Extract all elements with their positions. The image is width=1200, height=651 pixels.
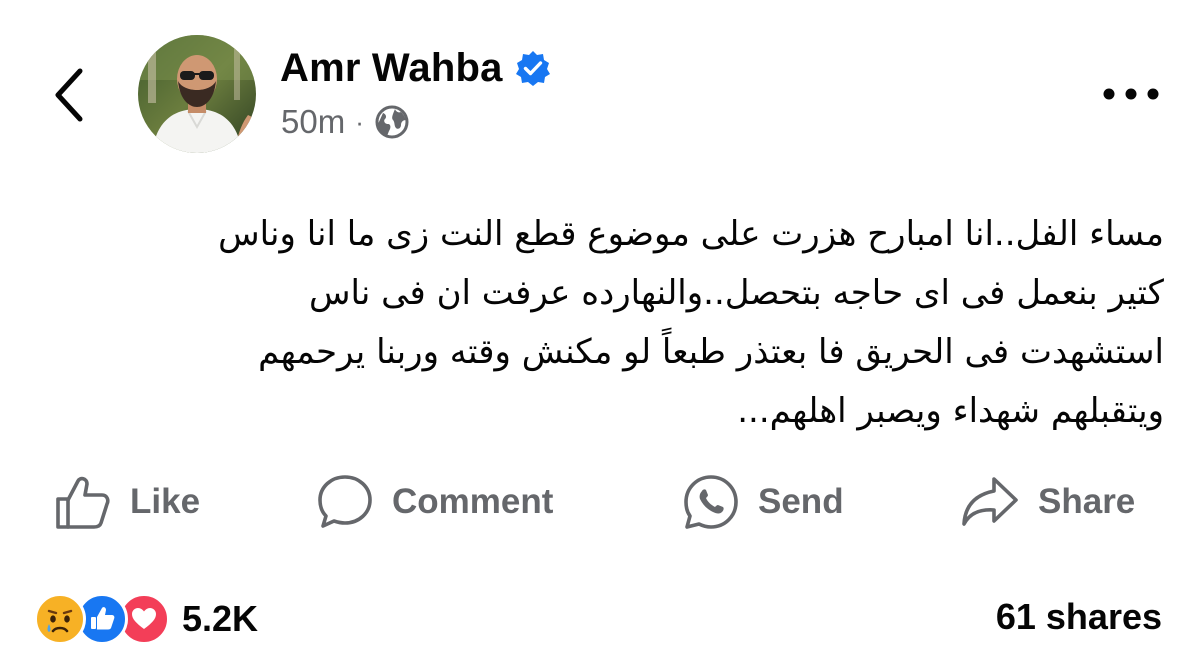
reaction-summary[interactable]: 5.2K [34,592,258,646]
shares-count[interactable]: 61 shares [996,596,1162,638]
sad-reaction-icon [34,593,86,645]
post-text: مساء الفل..انا امبارح هزرت على موضوع قطع… [40,205,1164,441]
more-horizontal-icon [1103,88,1159,100]
author-name[interactable]: Amr Wahba [280,46,503,91]
comment-button[interactable]: Comment [316,466,553,538]
like-label: Like [130,482,201,521]
post-text-line: مساء الفل..انا امبارح هزرت على موضوع قطع… [218,214,1164,254]
timestamp[interactable]: 50m [281,103,345,141]
profile-photo [138,35,256,153]
back-button[interactable] [42,60,96,130]
send-label: Send [758,482,844,521]
share-arrow-icon [962,477,1018,526]
share-label: Share [1038,482,1136,521]
globe-icon [375,105,409,139]
verified-badge-icon [515,51,550,86]
post-text-line: استشهدت فى الحريق فا بعتذر طبعاً لو مكنش… [258,332,1164,372]
post-meta: 50m · [281,100,410,144]
comment-label: Comment [392,482,554,521]
reaction-count: 5.2K [182,598,259,639]
avatar[interactable] [138,35,256,153]
send-button[interactable]: Send [682,466,844,538]
comment-bubble-icon [318,475,372,528]
author-row: Amr Wahba [280,42,551,94]
chevron-left-icon [55,68,83,122]
like-button[interactable]: Like [54,466,200,538]
action-bar: Like Comment Send Share [0,466,1200,538]
share-button[interactable]: Share [960,466,1135,538]
post-text-line: كتير بنعمل فى اى حاجه بتحصل..والنهارده ع… [309,273,1164,313]
whatsapp-icon [684,475,738,529]
thumbs-up-icon [56,476,110,529]
post-text-line: ويتقبلهم شهداء ويصبر اهلهم... [737,391,1164,431]
meta-separator: · [355,106,364,137]
more-options-button[interactable] [1096,72,1166,116]
